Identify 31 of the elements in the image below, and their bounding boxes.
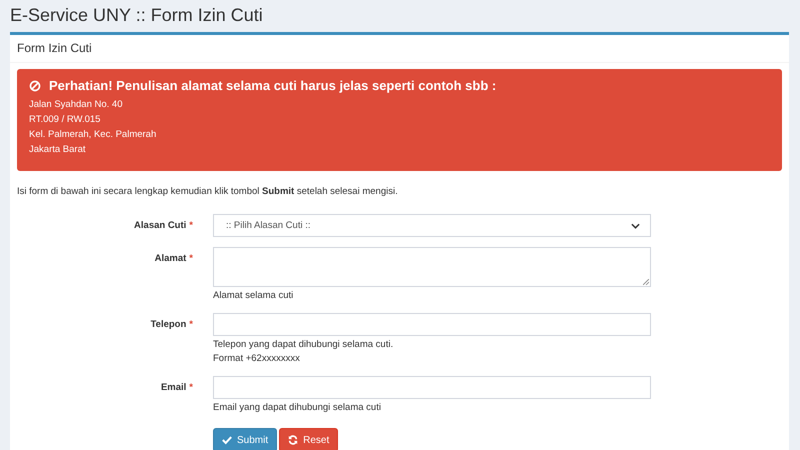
field-label: Alamat [154, 253, 186, 264]
address-line: Kel. Palmerah, Kec. Palmerah [29, 128, 158, 142]
page-title: E-Service UNY :: Form Izin Cuti [10, 4, 263, 26]
field-label: Telepon [150, 319, 186, 330]
field-label: Alasan Cuti [134, 220, 186, 231]
field-label: Email [160, 382, 186, 393]
required-mark: * [189, 382, 193, 393]
textarea-field[interactable] [213, 247, 651, 287]
refresh-icon [288, 435, 298, 445]
address-line: Jalan Syahdan No. 40 [29, 98, 124, 112]
input-field[interactable] [213, 376, 651, 399]
resize-handle-icon[interactable] [643, 279, 649, 285]
reset-button[interactable]: Reset [279, 428, 338, 450]
alert-title: Perhatian! Penulisan alamat selama cuti harus jelas seperti contoh sbb : [49, 78, 496, 93]
required-mark: * [189, 319, 193, 330]
instruction-text: Isi form di bawah ini secara lengkap kemudian klik tombol Submit setelah selesai mengisi. [17, 185, 398, 199]
help-text: Telepon yang dapat dihubungi selama cuti. [213, 338, 394, 352]
help-text: Format +62xxxxxxxx [213, 352, 300, 366]
prohibited-icon [29, 80, 41, 92]
input-field[interactable] [213, 313, 651, 336]
required-mark: * [189, 253, 193, 264]
chevron-down-icon [631, 222, 640, 228]
submit-button[interactable]: Submit [213, 428, 278, 450]
required-mark: * [189, 220, 193, 231]
panel-title: Form Izin Cuti [17, 41, 92, 55]
help-text: Email yang dapat dihubungi selama cuti [213, 401, 381, 415]
help-text: Alamat selama cuti [213, 289, 294, 303]
check-icon [222, 435, 232, 445]
address-line: RT.009 / RW.015 [29, 113, 102, 127]
address-line: Jakarta Barat [29, 143, 86, 157]
select-field[interactable]: :: Pilih Alasan Cuti :: [213, 214, 651, 237]
